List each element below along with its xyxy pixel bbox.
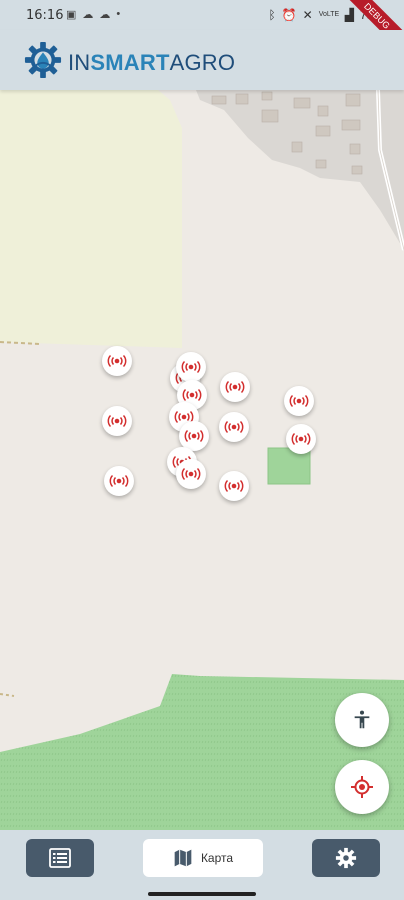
- cloud-icon: ☁: [99, 9, 111, 21]
- sensor-marker[interactable]: [219, 412, 249, 442]
- sensor-icon: [289, 394, 309, 408]
- nav-map-button[interactable]: Карта: [143, 839, 263, 877]
- logo-wordmark: INSMARTAGRO: [68, 50, 236, 75]
- nav-settings-button[interactable]: [312, 839, 380, 877]
- residential-area: [196, 90, 404, 250]
- sensor-marker[interactable]: [104, 466, 134, 496]
- sensor-icon: [109, 474, 129, 488]
- sensor-icon: [224, 479, 244, 493]
- logo-icon: [24, 41, 62, 79]
- map-icon: [174, 849, 192, 867]
- sensor-icon: [107, 414, 127, 428]
- status-time: 16:16: [26, 8, 64, 23]
- accessibility-icon: [354, 710, 370, 729]
- sensor-icon: [181, 360, 201, 374]
- sensor-icon: [107, 354, 127, 368]
- sensor-marker[interactable]: [286, 424, 316, 454]
- sensor-icon: [184, 429, 204, 443]
- sensor-icon: [182, 388, 202, 402]
- status-left-icons: ▣ ☁ ☁ •: [66, 8, 120, 21]
- bottom-navigation: Карта: [0, 830, 404, 888]
- farmland-area: [0, 90, 182, 348]
- my-location-button[interactable]: [335, 760, 389, 814]
- gesture-handle[interactable]: [148, 892, 256, 896]
- sensor-marker[interactable]: [284, 386, 314, 416]
- bluetooth-icon: ᛒ: [268, 8, 276, 22]
- list-icon: [49, 848, 71, 868]
- sensor-marker[interactable]: [219, 471, 249, 501]
- dot-icon: •: [116, 8, 121, 20]
- sensor-marker[interactable]: [176, 459, 206, 489]
- alarm-icon: ⏰: [281, 8, 297, 22]
- sensor-icon: [225, 380, 245, 394]
- network-label: VoLTE: [318, 11, 340, 18]
- app-bar: INSMARTAGRO: [0, 30, 404, 90]
- sensor-marker[interactable]: [176, 352, 206, 382]
- cloud-icon: ☁: [82, 9, 94, 21]
- gesture-area: [0, 888, 404, 900]
- mute-icon: ✕: [302, 8, 313, 22]
- gear-icon: [335, 847, 357, 869]
- signal-icon: ▟: [344, 8, 354, 22]
- sensor-marker[interactable]: [102, 406, 132, 436]
- sensor-icon: [181, 467, 201, 481]
- nav-list-button[interactable]: [26, 839, 94, 877]
- image-icon: ▣: [66, 9, 77, 21]
- sensor-icon: [224, 420, 244, 434]
- nav-map-label: Карта: [200, 851, 234, 865]
- sensor-marker[interactable]: [220, 372, 250, 402]
- my-location-icon: [351, 776, 373, 798]
- sensor-marker[interactable]: [102, 346, 132, 376]
- accessibility-button[interactable]: [335, 693, 389, 747]
- sensor-icon: [291, 432, 311, 446]
- status-bar: 16:16 ▣ ☁ ☁ • ᛒ ⏰ ✕ VoLTE ▟ 75% DEBUG: [0, 0, 404, 61]
- map-view[interactable]: [0, 90, 404, 830]
